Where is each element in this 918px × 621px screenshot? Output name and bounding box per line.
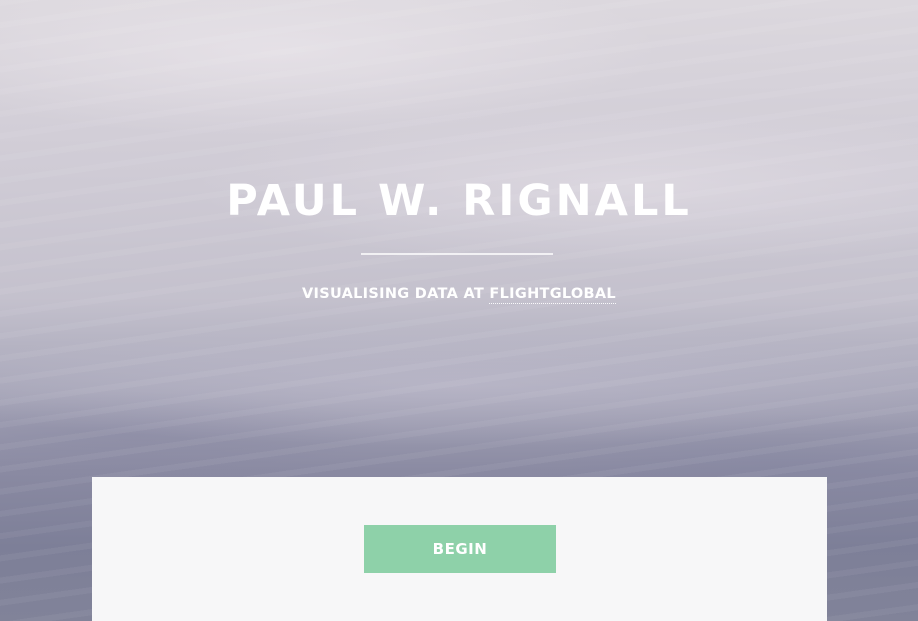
flightglobal-link[interactable]: FLIGHTGLOBAL [489, 286, 616, 304]
subtitle-text: VISUALISING DATA AT [302, 286, 485, 302]
subtitle: VISUALISING DATA AT FLIGHTGLOBAL [0, 284, 918, 304]
title-divider [361, 253, 553, 255]
begin-button[interactable]: BEGIN [364, 525, 556, 573]
page-title: PAUL W. RIGNALL [226, 176, 692, 226]
content-panel: BEGIN [92, 477, 827, 621]
